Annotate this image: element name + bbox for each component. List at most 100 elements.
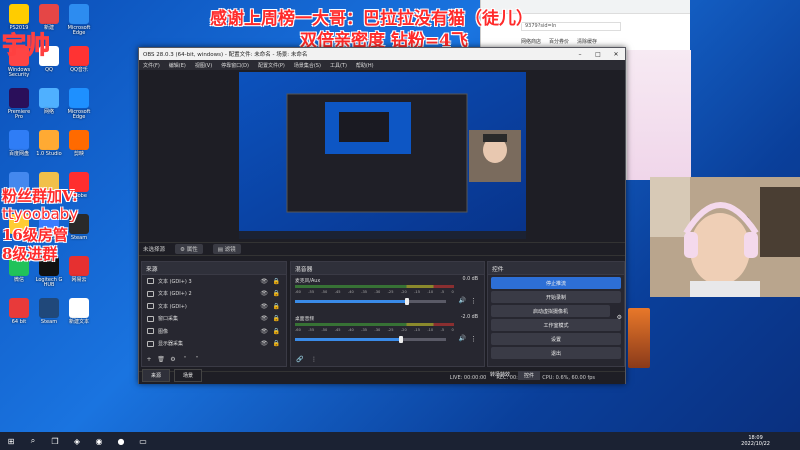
- obs-preview-canvas[interactable]: [239, 72, 526, 239]
- control-button[interactable]: 启动虚拟摄像机: [491, 305, 610, 317]
- browser-bookmarks-bar: 网络商店 百分券价 清除缓存: [521, 38, 597, 45]
- properties-button[interactable]: ⚙ 属性: [175, 244, 203, 254]
- desktop-icon[interactable]: 剪映: [64, 130, 94, 157]
- app-icon[interactable]: ◈: [68, 434, 86, 448]
- tab-transitions[interactable]: 转场特效: [490, 371, 510, 380]
- visibility-icon[interactable]: 👁: [260, 278, 268, 285]
- source-item[interactable]: 图像 👁 🔒: [142, 325, 286, 338]
- channel-menu-icon[interactable]: ⋮: [470, 297, 477, 305]
- source-item[interactable]: 文本 (GDI+) 👁 🔒: [142, 300, 286, 313]
- volume-fader[interactable]: [295, 298, 446, 305]
- desktop-icon[interactable]: 64 bit: [4, 298, 34, 325]
- visibility-icon[interactable]: 👁: [260, 303, 268, 310]
- browser-icon[interactable]: ◉: [90, 434, 108, 448]
- filters-button[interactable]: ▤ 滤镜: [212, 244, 241, 254]
- desktop-icon[interactable]: QQ音乐: [64, 46, 94, 73]
- taskview-icon[interactable]: ❐: [46, 434, 64, 448]
- speaker-icon[interactable]: 🔊: [459, 297, 466, 304]
- obs-window[interactable]: OBS 28.0.3 (64-bit, windows) - 配置文件: 未命名…: [138, 47, 626, 384]
- source-settings-button[interactable]: ⚙: [168, 354, 178, 364]
- desktop-icon[interactable]: Premiere Pro: [4, 88, 34, 121]
- control-button[interactable]: 退出: [491, 347, 621, 359]
- desktop-icon-label: Steam: [40, 319, 58, 325]
- system-clock[interactable]: 18:09 2022/10/22: [741, 435, 770, 448]
- visibility-icon[interactable]: 👁: [260, 290, 268, 297]
- wechat-id: ttyoobaby: [2, 205, 79, 223]
- desktop-icon[interactable]: 网易云: [64, 256, 94, 283]
- visibility-icon[interactable]: 👁: [260, 328, 268, 335]
- mixer-channel: 麦克风/Aux 0.0 dB -60 -55 -50 -45 -40 -35 -30 -25 -20…: [291, 275, 484, 313]
- lock-icon[interactable]: 🔒: [273, 315, 280, 322]
- obs-titlebar[interactable]: OBS 28.0.3 (64-bit, windows) - 配置文件: 未命名…: [139, 48, 625, 60]
- obs-menu-item[interactable]: 文件(F): [143, 62, 160, 69]
- obs-source-toolbar: 未选择源 ⚙ 属性 ▤ 滤镜: [139, 242, 625, 256]
- start-icon[interactable]: ⊞: [2, 434, 20, 448]
- advanced-audio-icon[interactable]: 🔗: [295, 354, 305, 364]
- desktop: PS2019 新建 Microsoft Edge Windows Security QQ…: [0, 0, 800, 450]
- lock-icon[interactable]: 🔒: [273, 290, 280, 297]
- fader-knob[interactable]: [398, 336, 403, 343]
- meter-tick: -25: [387, 290, 394, 294]
- obs-menu-item[interactable]: 停靠窗口(D): [221, 62, 249, 69]
- source-item[interactable]: 文本 (GDI+) 2 👁 🔒: [142, 288, 286, 301]
- tab-scenes[interactable]: 场景: [174, 369, 203, 382]
- control-button[interactable]: 停止推流: [491, 277, 621, 289]
- bookmark-item[interactable]: 网络商店: [521, 38, 541, 45]
- move-up-icon[interactable]: ˄: [180, 354, 190, 364]
- desktop-icon[interactable]: 新建文本: [64, 298, 94, 325]
- tab-controls[interactable]: 控件: [518, 371, 541, 380]
- obs-menu-item[interactable]: 视图(V): [195, 62, 212, 69]
- explorer-icon[interactable]: ▭: [134, 434, 152, 448]
- tab-sources[interactable]: 来源: [142, 369, 171, 382]
- remove-source-button[interactable]: 🗑: [156, 354, 166, 364]
- visibility-icon[interactable]: 👁: [260, 340, 268, 347]
- lock-icon[interactable]: 🔒: [273, 303, 280, 310]
- fader-knob[interactable]: [404, 298, 409, 305]
- control-button[interactable]: 开始录制: [491, 291, 621, 303]
- lock-icon[interactable]: 🔒: [273, 340, 280, 347]
- desktop-icon[interactable]: 1.0 Studio: [34, 130, 64, 157]
- visibility-icon[interactable]: 👁: [260, 315, 268, 322]
- obs-menu-item[interactable]: 编辑(E): [169, 62, 186, 69]
- minimize-icon[interactable]: –: [571, 51, 589, 58]
- add-source-button[interactable]: +: [144, 354, 154, 364]
- move-down-icon[interactable]: ˅: [192, 354, 202, 364]
- desktop-icon[interactable]: Microsoft Edge: [64, 88, 94, 121]
- desktop-icon[interactable]: 百度网盘: [4, 130, 34, 157]
- obs-icon[interactable]: ●: [112, 434, 130, 448]
- control-button[interactable]: 工作室模式: [491, 319, 621, 331]
- source-type-icon: [147, 328, 154, 335]
- control-button[interactable]: 设置: [491, 333, 621, 345]
- close-icon[interactable]: ✕: [607, 51, 625, 58]
- source-type-icon: [147, 340, 154, 347]
- meter-tick: -50: [321, 290, 328, 294]
- desktop-icon[interactable]: 网络: [34, 88, 64, 115]
- virtual-camera-settings-icon[interactable]: ⚙: [617, 314, 622, 321]
- channel-menu-icon[interactable]: ⋮: [470, 335, 477, 343]
- fan-group-line: 粉丝群加V:: [2, 187, 78, 205]
- app-icon: [69, 88, 89, 108]
- no-source-selected: 未选择源: [143, 247, 166, 253]
- obs-menu-item[interactable]: 工具(T): [330, 62, 347, 69]
- desktop-icon[interactable]: Steam: [34, 298, 64, 325]
- browser-page-banner: [627, 50, 691, 180]
- source-item[interactable]: 文本 (GDI+) 3 👁 🔒: [142, 275, 286, 288]
- live-status: LIVE: 00:00:00: [449, 375, 487, 381]
- obs-menu-item[interactable]: 配置文件(P): [258, 62, 285, 69]
- search-icon[interactable]: ⌕: [24, 434, 42, 448]
- obs-menu-item[interactable]: 场景集合(S): [294, 62, 321, 69]
- volume-fader[interactable]: [295, 336, 446, 343]
- obs-menu-item[interactable]: 帮助(H): [356, 62, 374, 69]
- desktop-icon[interactable]: Microsoft Edge: [64, 4, 94, 37]
- bookmark-item[interactable]: 清除缓存: [577, 38, 597, 45]
- source-item[interactable]: 显示器采集 👁 🔒: [142, 338, 286, 351]
- maximize-icon[interactable]: □: [589, 51, 607, 58]
- mixer-menu-icon[interactable]: ⋮: [309, 354, 319, 364]
- lock-icon[interactable]: 🔒: [273, 328, 280, 335]
- lock-icon[interactable]: 🔒: [273, 278, 280, 285]
- source-item[interactable]: 窗口采集 👁 🔒: [142, 313, 286, 326]
- bookmark-item[interactable]: 百分券价: [549, 38, 569, 45]
- source-name: 显示器采集: [158, 341, 184, 348]
- speaker-icon[interactable]: 🔊: [459, 335, 466, 342]
- browser-addressbar[interactable]: 9379?sid=ln: [521, 22, 621, 31]
